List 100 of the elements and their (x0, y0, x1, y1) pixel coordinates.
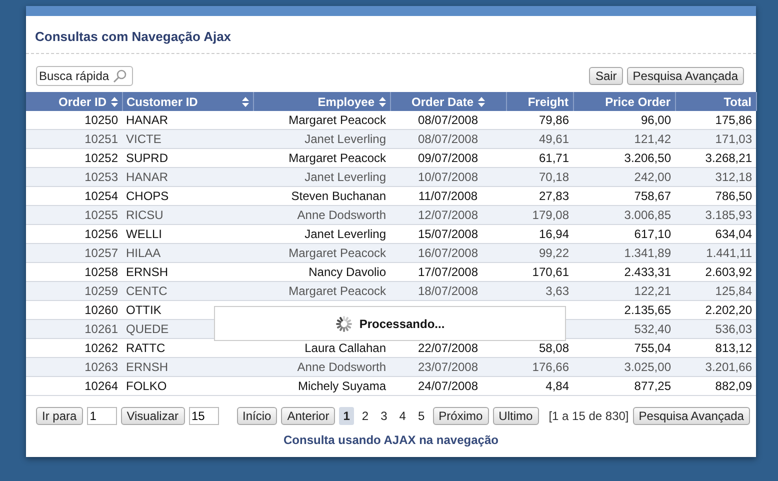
table-cell: ERNSH (122, 358, 253, 376)
table-cell: 08/07/2008 (390, 111, 506, 130)
column-header[interactable]: Order ID (26, 92, 122, 111)
page-field[interactable]: 1 (86, 407, 117, 425)
goto-button[interactable]: Ir para (36, 407, 83, 425)
table-cell: 171,03 (675, 130, 756, 148)
table-cell: 10259 (26, 282, 122, 300)
table-cell: 17/07/2008 (390, 262, 506, 282)
table-cell: 3.185,93 (675, 206, 756, 224)
table-cell: 70,18 (506, 168, 573, 186)
table-cell: 10/07/2008 (390, 168, 506, 186)
view-button[interactable]: Visualizar (120, 407, 184, 425)
table-cell: 125,84 (675, 282, 756, 300)
column-header[interactable]: Employee (253, 92, 390, 111)
table-cell: 536,03 (675, 320, 756, 338)
table-cell: 10262 (26, 338, 122, 358)
table-cell: Margaret Peacock (253, 282, 390, 300)
caption: Consulta usando AJAX na navegação (282, 432, 500, 449)
page-size-field[interactable]: 15 (188, 407, 218, 425)
table-cell: 3,63 (506, 282, 573, 300)
loading-text: Processando... (359, 316, 445, 330)
table-cell: 12/07/2008 (390, 206, 506, 224)
table-cell: Anne Dodsworth (253, 206, 390, 224)
table-cell: 2.202,20 (675, 300, 756, 320)
table-cell: 813,12 (675, 338, 756, 358)
table-cell: 10252 (26, 148, 122, 168)
table-cell: 312,18 (675, 168, 756, 186)
table-cell: 3.201,66 (675, 358, 756, 376)
table-cell: Margaret Peacock (253, 244, 390, 262)
table-cell: HILAA (122, 244, 253, 262)
table-cell: 242,00 (573, 168, 675, 186)
table-cell: 179,08 (506, 206, 573, 224)
page-link[interactable]: 2 (358, 407, 373, 425)
table-cell: 10261 (26, 320, 122, 338)
table-cell: 18/07/2008 (390, 282, 506, 300)
page-link[interactable]: 5 (414, 407, 429, 425)
table-cell: 2.603,92 (675, 262, 756, 282)
table-cell: CHOPS (122, 186, 253, 206)
table-cell: 617,10 (573, 224, 675, 244)
table-cell: 61,71 (506, 148, 573, 168)
page-title: Consultas com Navegação Ajax (26, 16, 756, 54)
table-cell: RICSU (122, 206, 253, 224)
first-button[interactable]: Início (236, 407, 278, 425)
table-cell: 882,09 (675, 376, 756, 396)
advanced-search-button[interactable]: Pesquisa Avançada (632, 407, 750, 425)
table-cell: 122,21 (573, 282, 675, 300)
page-link[interactable]: 1 (339, 407, 354, 425)
table-cell: 08/07/2008 (390, 130, 506, 148)
page-link[interactable]: 4 (395, 407, 410, 425)
table-cell: 10263 (26, 358, 122, 376)
last-button[interactable]: Ultimo (492, 407, 539, 425)
table-cell: 877,25 (573, 376, 675, 396)
table-cell: 10256 (26, 224, 122, 244)
toolbar-button[interactable]: Sair (589, 67, 623, 85)
table-cell: Nancy Davolio (253, 262, 390, 282)
sort-icon (378, 96, 386, 106)
table-cell: 755,04 (573, 338, 675, 358)
column-header[interactable]: Customer ID (122, 92, 253, 111)
column-header[interactable]: Freight (506, 92, 573, 111)
next-button[interactable]: Próximo (432, 407, 489, 425)
table-cell: 16/07/2008 (390, 244, 506, 262)
search-field[interactable]: Busca rápida (36, 66, 133, 86)
table-cell: 58,08 (506, 338, 573, 358)
table-cell: 170,61 (506, 262, 573, 282)
table-cell: 10264 (26, 376, 122, 396)
table-cell: QUEDE (122, 320, 253, 338)
table-cell: HANAR (122, 111, 253, 130)
sort-icon (110, 96, 118, 106)
toolbar-button[interactable]: Pesquisa Avançada (626, 67, 744, 85)
table-cell: OTTIK (122, 300, 253, 320)
sort-icon (478, 96, 485, 106)
table-cell: 3.268,21 (675, 148, 756, 168)
table-cell: 79,86 (506, 111, 573, 130)
table-cell: RATTC (122, 338, 253, 358)
spinner-icon (335, 314, 354, 332)
page-link[interactable]: 3 (376, 407, 392, 425)
column-header[interactable]: Price Order (573, 92, 675, 111)
table-cell: WELLI (122, 224, 253, 244)
column-header[interactable]: Total (675, 92, 756, 111)
table-cell: Steven Buchanan (253, 186, 390, 206)
table-cell: 175,86 (675, 111, 756, 130)
table-cell: 634,04 (675, 224, 756, 244)
table-cell: 15/07/2008 (390, 224, 506, 244)
table-cell: 99,22 (506, 244, 573, 262)
table-cell: 27,83 (506, 186, 573, 206)
previous-button[interactable]: Anterior (281, 407, 336, 425)
table-cell: 758,67 (573, 186, 675, 206)
column-header[interactable]: Order Date (390, 92, 506, 111)
table-cell: 1.341,89 (573, 244, 675, 262)
table-cell: Janet Leverling (253, 168, 390, 186)
table-cell: 09/07/2008 (390, 148, 506, 168)
table-cell: 121,42 (573, 130, 675, 148)
record-range: [1 a 15 de 830] (548, 409, 629, 423)
table-cell: 10258 (26, 262, 122, 282)
table-cell: HANAR (122, 168, 253, 186)
table-cell: 4,84 (506, 376, 573, 396)
table-cell: 3.006,85 (573, 206, 675, 224)
table-cell: Michely Suyama (253, 376, 390, 396)
table-cell: 10255 (26, 206, 122, 224)
table-cell: ERNSH (122, 262, 253, 282)
